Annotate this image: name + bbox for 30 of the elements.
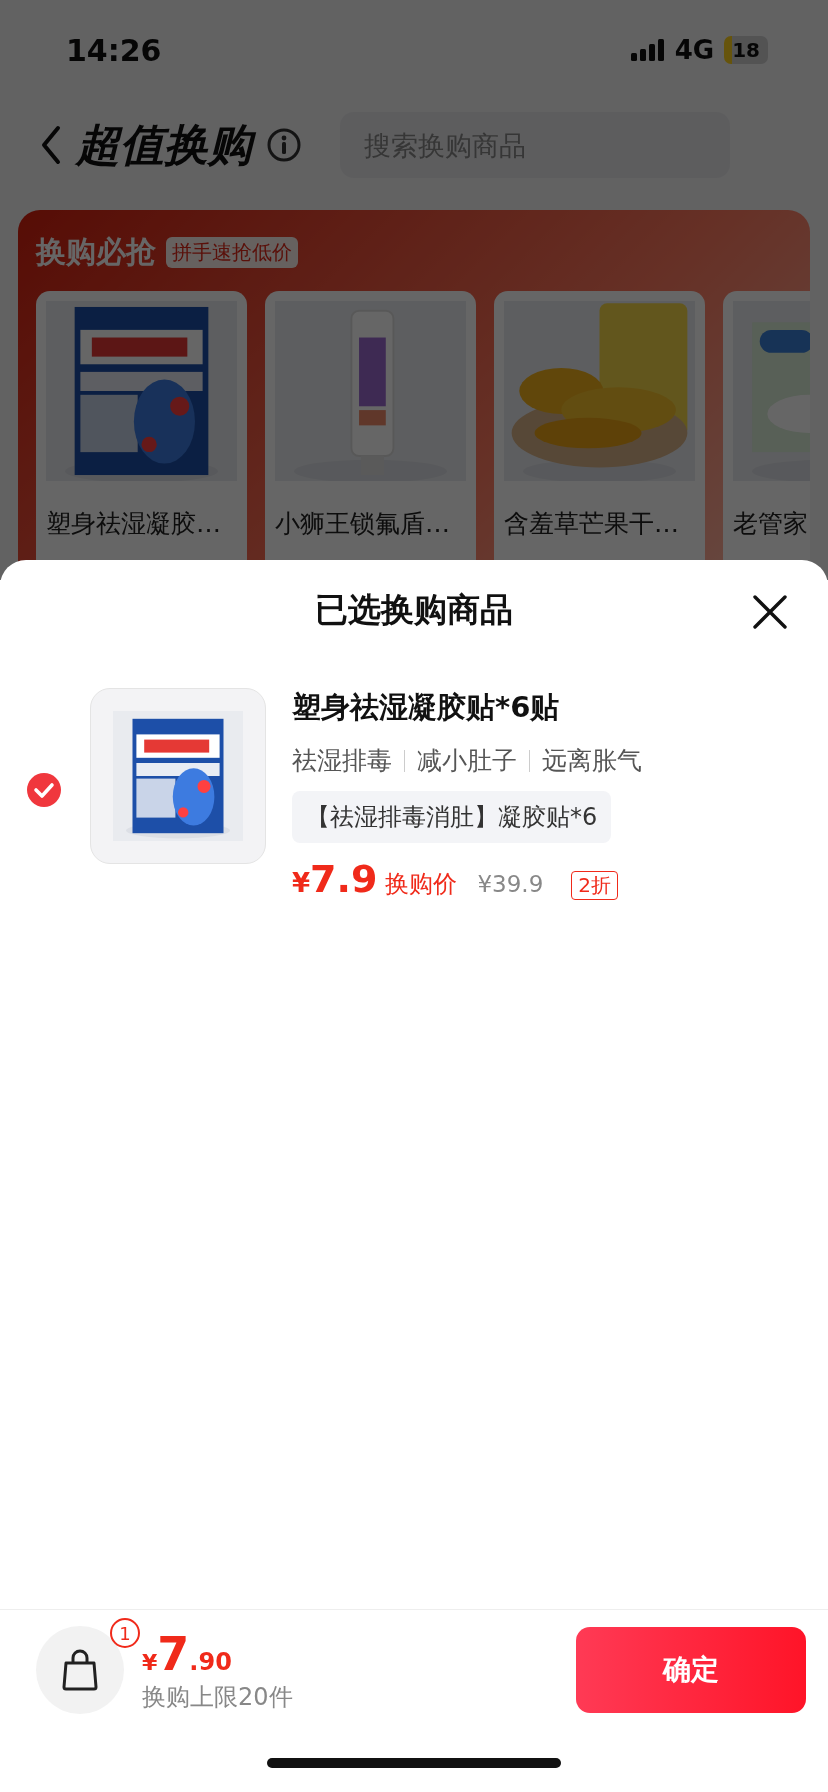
product-name: 塑身祛湿凝胶… — [45, 508, 222, 540]
product-title: 塑身祛湿凝胶贴*6贴 — [292, 689, 561, 726]
product-name: 老管家 — [732, 508, 809, 540]
modal-backdrop-dialog[interactable] — [0, 0, 828, 580]
product-tag: 减小肚子 — [417, 744, 517, 777]
back-icon[interactable] — [40, 125, 62, 165]
battery-indicator: 18 — [724, 36, 768, 64]
checkbox[interactable] — [26, 772, 62, 808]
confirm-button[interactable]: 确定 — [576, 1627, 806, 1713]
product-tag: 远离胀气 — [542, 744, 642, 777]
original-price: ¥39.9 — [477, 871, 544, 897]
info-icon[interactable] — [266, 127, 302, 163]
signal-icon — [630, 39, 665, 61]
status-time: 14:26 — [66, 32, 162, 68]
shopping-bag-icon — [61, 1649, 99, 1691]
promo-tag: 拼手速抢低价 — [166, 237, 298, 268]
close-icon[interactable] — [752, 594, 788, 630]
sheet-title: 已选换购商品 — [315, 588, 513, 631]
product-tag: 祛湿排毒 — [292, 744, 392, 777]
exchange-price: ¥7.9 — [292, 857, 378, 901]
product-name: 小狮王锁氟盾… — [274, 508, 451, 540]
promo-title: 换购必抢 — [36, 233, 156, 271]
price-label: 换购价 — [385, 869, 458, 900]
discount-badge: 2折 — [571, 871, 618, 900]
total-price: ¥7.90 — [142, 1627, 233, 1681]
product-name: 含羞草芒果干… — [503, 508, 680, 540]
spec-chip[interactable]: 【祛湿排毒消肚】凝胶贴*6 — [292, 791, 612, 843]
cart-count-badge: 1 — [110, 1618, 140, 1648]
network-label: 4G — [674, 35, 715, 65]
limit-text: 换购上限20件 — [142, 1682, 293, 1713]
